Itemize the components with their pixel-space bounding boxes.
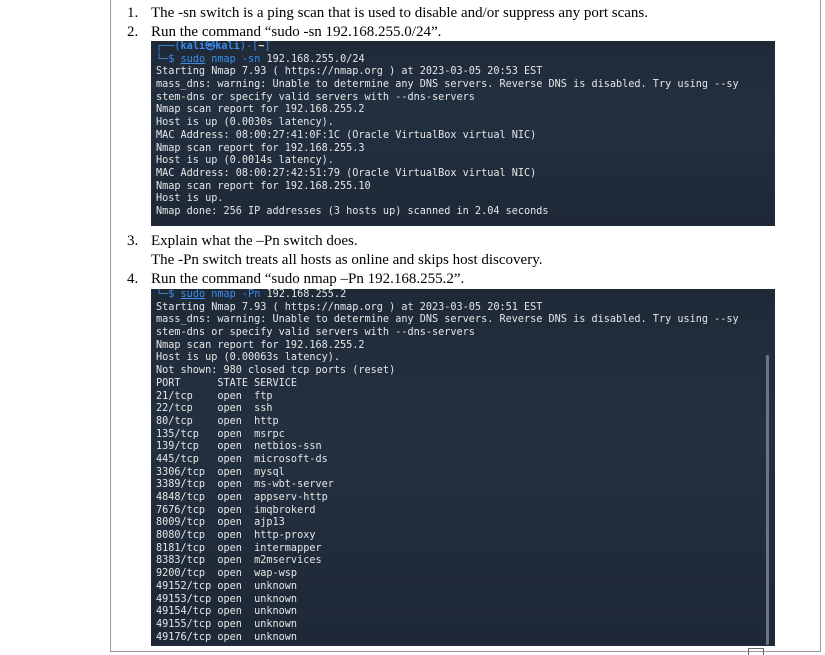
terminal-output-line: Not shown: 980 closed tcp ports (reset) xyxy=(156,365,396,377)
prompt-user: kali㉿kali xyxy=(180,41,240,52)
terminal-output-line: 7676/tcp open imqbrokerd xyxy=(156,504,316,516)
list-text: Run the command “sudo nmap –Pn 192.168.2… xyxy=(151,271,465,287)
terminal-output-line: 4848/tcp open appserv-http xyxy=(156,492,328,503)
terminal-output: Starting Nmap 7.93 ( https://nmap.org ) … xyxy=(156,66,775,218)
prompt-arrow: └─$ xyxy=(156,53,181,65)
terminal-output-line: Nmap scan report for 192.168.255.2 xyxy=(156,104,365,116)
cmd-binary: nmap xyxy=(211,53,236,65)
terminal-screenshot-pn-scan: └─$ sudo nmap -Pn 192.168.255.2 Starting… xyxy=(151,289,775,646)
terminal-output-line: 22/tcp open ssh xyxy=(156,403,273,415)
prompt-frame: ] xyxy=(264,41,271,52)
terminal-output-line: 49155/tcp open unknown xyxy=(156,618,298,630)
cmd-binary: nmap xyxy=(211,289,236,300)
prompt-arrow: └─$ xyxy=(156,289,181,300)
terminal-output-line: 49176/tcp open unknown xyxy=(156,631,298,643)
terminal-output-line: 49154/tcp open unknown xyxy=(156,606,298,618)
cmd-arg: 192.168.255.2 xyxy=(266,289,347,300)
terminal-screenshot-ping-scan: ┌──(kali㉿kali)-[~] └─$ sudo nmap -sn 192… xyxy=(151,41,775,226)
terminal-output-line: stem-dns or specify valid servers with -… xyxy=(156,327,475,339)
terminal-output-line: Nmap done: 256 IP addresses (3 hosts up)… xyxy=(156,205,549,217)
terminal-output-line: 49153/tcp open unknown xyxy=(156,593,298,605)
terminal-output-line: 135/tcp open msrpc xyxy=(156,428,285,440)
terminal-output-line: PORT STATE SERVICE xyxy=(156,377,298,389)
terminal-output-line: MAC Address: 08:00:27:42:51:79 (Oracle V… xyxy=(156,167,537,179)
terminal-output-line: stem-dns or specify valid servers with -… xyxy=(156,91,475,103)
cmd-arg: 192.168.255.0/24 xyxy=(266,53,365,65)
terminal-output-line: 80/tcp open http xyxy=(156,415,279,427)
prompt-frame: )-[ xyxy=(239,41,259,52)
terminal-output-line: Host is up (0.00063s latency). xyxy=(156,352,341,364)
prompt-frame: ┌──( xyxy=(156,41,181,52)
terminal-output-line: Nmap scan report for 192.168.255.10 xyxy=(156,180,371,192)
cmd-flag: -sn xyxy=(241,53,261,65)
terminal-output-line: Host is up (0.0030s latency). xyxy=(156,117,334,129)
terminal-output-line: 3389/tcp open ms-wbt-server xyxy=(156,479,334,491)
terminal-output-line: Starting Nmap 7.93 ( https://nmap.org ) … xyxy=(156,66,543,78)
terminal-output-line: Host is up (0.0014s latency). xyxy=(156,155,334,167)
terminal-output-line: Nmap scan report for 192.168.255.2 xyxy=(156,339,365,351)
terminal-output: Starting Nmap 7.93 ( https://nmap.org ) … xyxy=(156,302,775,645)
terminal-output-line: Nmap scan report for 192.168.255.3 xyxy=(156,142,365,154)
terminal-output-line: 445/tcp open microsoft-ds xyxy=(156,453,328,465)
terminal-output-line: 139/tcp open netbios-ssn xyxy=(156,441,322,453)
terminal-output-line: 8383/tcp open m2mservices xyxy=(156,555,322,567)
cmd-sudo: sudo xyxy=(180,289,206,300)
terminal-output-line: 9200/tcp open wap-wsp xyxy=(156,568,298,580)
cmd-sudo: sudo xyxy=(180,53,206,65)
answer-text: The -Pn switch treats all hosts as onlin… xyxy=(151,252,543,268)
terminal-output-line: 8080/tcp open http-proxy xyxy=(156,530,316,542)
list-text: The -sn switch is a ping scan that is us… xyxy=(151,5,648,21)
terminal-scrollbar[interactable] xyxy=(766,355,769,645)
list-text: Run the command “sudo -sn 192.168.255.0/… xyxy=(151,24,442,40)
terminal-output-line: 49152/tcp open unknown xyxy=(156,580,298,592)
list-number: 4. xyxy=(127,271,139,287)
terminal-output-line: Host is up. xyxy=(156,193,224,205)
list-number: 3. xyxy=(127,233,139,249)
terminal-output-line: mass_dns: warning: Unable to determine a… xyxy=(156,314,739,326)
terminal-output-line: 8181/tcp open intermapper xyxy=(156,542,322,554)
terminal-output-line: MAC Address: 08:00:27:41:0F:1C (Oracle V… xyxy=(156,129,537,141)
prompt-line: ┌──(kali㉿kali)-[~] xyxy=(156,41,775,54)
terminal-output-line: 3306/tcp open mysql xyxy=(156,466,285,478)
terminal-output-line: 21/tcp open ftp xyxy=(156,390,273,402)
list-text: Explain what the –Pn switch does. xyxy=(151,233,358,249)
terminal-output-line: Starting Nmap 7.93 ( https://nmap.org ) … xyxy=(156,301,543,313)
cmd-flag: -Pn xyxy=(241,289,261,300)
list-number: 1. xyxy=(127,5,139,21)
terminal-output-line: 8009/tcp open ajp13 xyxy=(156,517,285,529)
command-line: └─$ sudo nmap -sn 192.168.255.0/24 xyxy=(156,54,775,67)
list-number: 2. xyxy=(127,24,139,40)
command-line: └─$ sudo nmap -Pn 192.168.255.2 xyxy=(156,289,775,302)
terminal-output-line: mass_dns: warning: Unable to determine a… xyxy=(156,79,739,91)
